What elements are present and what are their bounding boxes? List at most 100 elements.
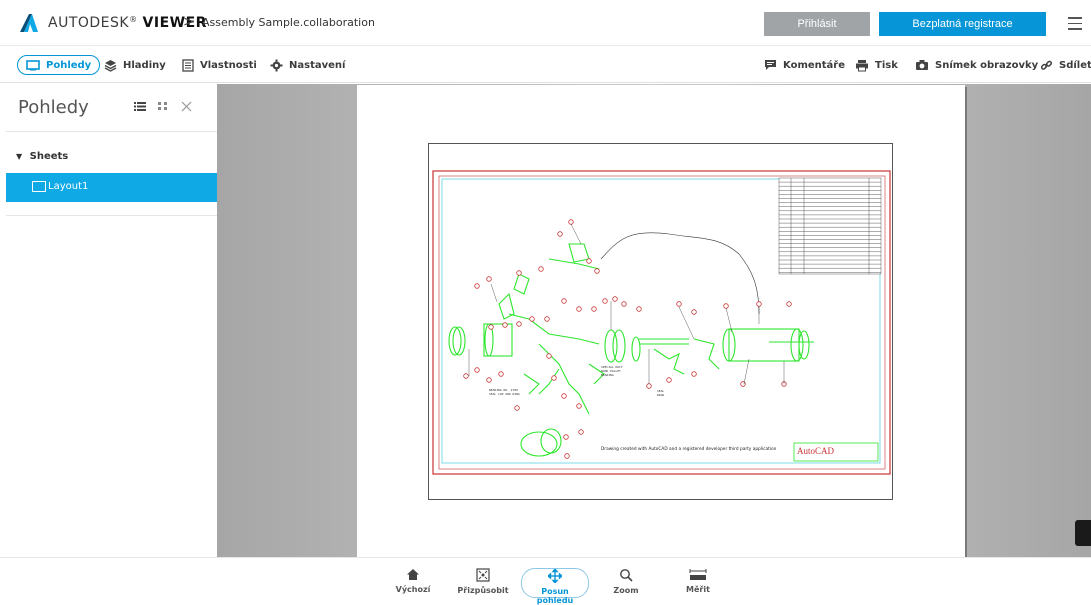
callout-balloon bbox=[474, 283, 480, 289]
feedback-tab[interactable] bbox=[1075, 520, 1091, 546]
link-icon bbox=[1040, 60, 1053, 70]
list-view-icon[interactable] bbox=[134, 101, 146, 112]
home-label: Výchozí bbox=[395, 585, 431, 594]
svg-text:RING: RING bbox=[657, 393, 664, 397]
callout-balloon bbox=[740, 381, 746, 387]
share-button[interactable]: Sdílet bbox=[1040, 56, 1091, 74]
zoom-icon bbox=[620, 569, 633, 582]
callout-balloon bbox=[544, 316, 550, 322]
callout-balloon bbox=[591, 306, 597, 312]
tab-layers-label: Hladiny bbox=[123, 59, 166, 71]
callout-balloon bbox=[557, 231, 563, 237]
callout-balloon bbox=[676, 301, 682, 307]
parts-list-table bbox=[778, 177, 882, 275]
callout-balloon bbox=[516, 270, 522, 276]
properties-icon bbox=[182, 58, 194, 72]
print-icon bbox=[856, 59, 868, 71]
callout-balloon bbox=[576, 403, 582, 409]
autodesk-logo-icon bbox=[20, 14, 38, 32]
callout-balloon bbox=[666, 377, 672, 383]
tab-views[interactable]: Pohledy bbox=[17, 55, 101, 75]
pan-button[interactable]: Posun pohledu bbox=[521, 567, 589, 605]
callout-balloon bbox=[691, 309, 697, 315]
layers-icon bbox=[104, 59, 117, 72]
sidebar-item-label: Layout1 bbox=[48, 181, 89, 192]
callout-balloon bbox=[551, 375, 557, 381]
callout-balloon bbox=[691, 371, 697, 377]
callout-balloon bbox=[568, 219, 574, 225]
sidebar-item-layout1[interactable]: Layout1 bbox=[6, 173, 217, 202]
divider bbox=[6, 215, 217, 216]
home-button[interactable]: Výchozí bbox=[378, 568, 448, 594]
tab-properties-label: Vlastnosti bbox=[200, 59, 257, 71]
zoom-button[interactable]: Zoom bbox=[591, 568, 661, 595]
drawing-sheet[interactable]: BEARING NO. 2700 SEAL CUP AND RING SPECI… bbox=[428, 143, 893, 500]
register-button[interactable]: Bezplatná registrace bbox=[879, 12, 1046, 36]
comments-button[interactable]: Komentáře bbox=[764, 56, 845, 74]
callout-balloon bbox=[474, 367, 480, 373]
callout-balloon bbox=[486, 377, 492, 383]
login-button[interactable]: Přihlásit bbox=[764, 12, 870, 36]
svg-text:BEARING: BEARING bbox=[601, 373, 614, 377]
pan-icon bbox=[546, 567, 564, 585]
header-bar: AUTODESK® VIEWER > Assembly Sample.colla… bbox=[0, 0, 1091, 46]
callout-balloon bbox=[529, 316, 535, 322]
callout-balloon bbox=[564, 453, 570, 459]
views-panel-title: Pohledy bbox=[18, 97, 89, 118]
sheet-icon bbox=[32, 181, 46, 192]
callout-balloon bbox=[621, 301, 627, 307]
zoom-label: Zoom bbox=[613, 586, 639, 595]
callout-balloon bbox=[514, 405, 520, 411]
share-label: Sdílet bbox=[1059, 59, 1091, 71]
tab-views-label: Pohledy bbox=[46, 59, 92, 71]
measure-button[interactable]: Měřit bbox=[663, 568, 733, 594]
comments-label: Komentáře bbox=[783, 59, 846, 71]
callout-balloon bbox=[546, 353, 552, 359]
print-label: Tisk bbox=[875, 59, 898, 71]
tab-settings[interactable]: Nastavení bbox=[270, 56, 345, 74]
assembly-drawing: BEARING NO. 2700 SEAL CUP AND RING SPECI… bbox=[432, 170, 891, 475]
views-icon bbox=[26, 59, 40, 70]
callout-balloon bbox=[586, 258, 592, 264]
callout-balloon bbox=[576, 306, 582, 312]
tab-settings-label: Nastavení bbox=[289, 59, 346, 71]
grid-view-icon[interactable] bbox=[158, 101, 169, 112]
measure-icon bbox=[689, 569, 707, 580]
tab-properties[interactable]: Vlastnosti bbox=[182, 56, 257, 74]
home-icon bbox=[407, 569, 419, 580]
fit-button[interactable]: Přizpůsobit bbox=[448, 568, 518, 595]
callout-balloon bbox=[502, 322, 508, 328]
breadcrumb-separator: > bbox=[183, 14, 195, 30]
callout-balloon bbox=[786, 301, 792, 307]
callout-balloon bbox=[488, 324, 494, 330]
callout-balloon bbox=[561, 298, 567, 304]
callout-balloon bbox=[723, 303, 729, 309]
sheets-group-toggle[interactable]: ▼ Sheets bbox=[16, 151, 68, 162]
main-toolbar: Pohledy Hladiny Vlastnosti Nastavení Kom… bbox=[0, 47, 1091, 83]
document-name: Assembly Sample.collaboration bbox=[202, 16, 375, 29]
camera-icon bbox=[916, 60, 928, 70]
callout-balloon bbox=[486, 276, 492, 282]
tab-layers[interactable]: Hladiny bbox=[104, 56, 166, 74]
callout-balloon bbox=[498, 371, 504, 377]
callout-balloon bbox=[563, 434, 569, 440]
comment-icon bbox=[765, 60, 776, 70]
print-button[interactable]: Tisk bbox=[855, 56, 898, 74]
pan-label: Posun pohledu bbox=[536, 587, 574, 605]
drawing-note: Drawing created with AutoCAD and a regis… bbox=[601, 446, 777, 452]
callout-balloon bbox=[612, 296, 618, 302]
fit-label: Přizpůsobit bbox=[457, 586, 509, 595]
callout-balloon bbox=[463, 373, 469, 379]
callout-balloon bbox=[516, 321, 522, 327]
sheets-group-label: Sheets bbox=[29, 151, 69, 162]
callout-balloon bbox=[602, 298, 608, 304]
views-panel-header: Pohledy bbox=[6, 84, 217, 132]
menu-icon[interactable] bbox=[1066, 13, 1084, 33]
svg-text:SEAL CUP AND RING: SEAL CUP AND RING bbox=[489, 392, 520, 396]
close-icon[interactable] bbox=[181, 101, 192, 112]
callout-balloon bbox=[636, 306, 642, 312]
screenshot-button[interactable]: Snímek obrazovky bbox=[915, 56, 1038, 74]
callout-balloon bbox=[561, 393, 567, 399]
callout-balloon bbox=[594, 268, 600, 274]
gear-icon bbox=[270, 59, 283, 71]
